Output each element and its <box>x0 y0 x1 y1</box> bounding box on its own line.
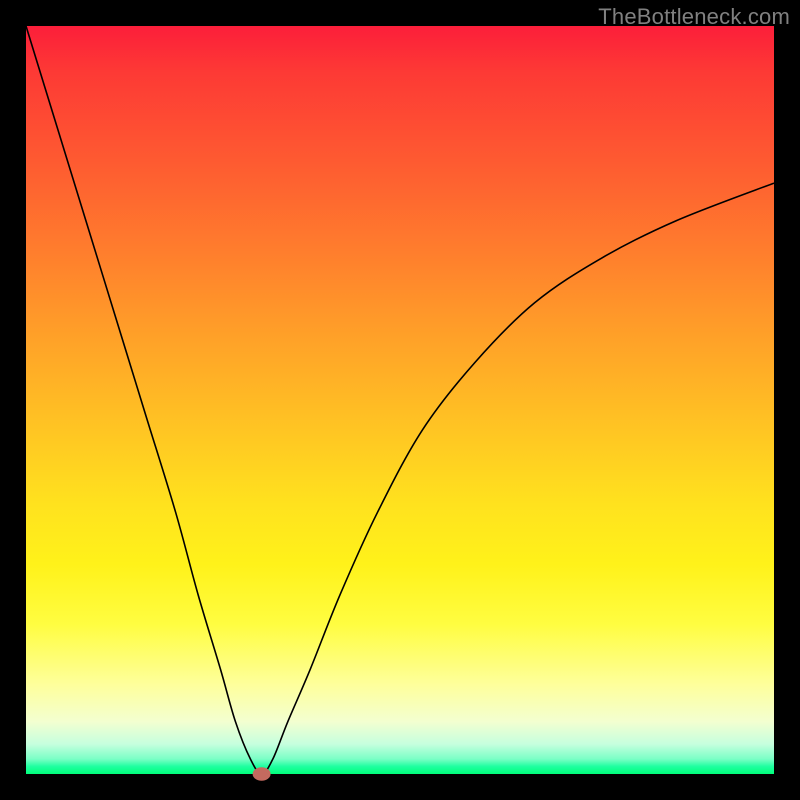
plot-area <box>26 26 774 774</box>
watermark-text: TheBottleneck.com <box>598 4 790 30</box>
curve-svg <box>26 26 774 774</box>
bottleneck-curve <box>26 26 774 774</box>
chart-frame: TheBottleneck.com <box>0 0 800 800</box>
minimum-marker <box>253 767 271 780</box>
